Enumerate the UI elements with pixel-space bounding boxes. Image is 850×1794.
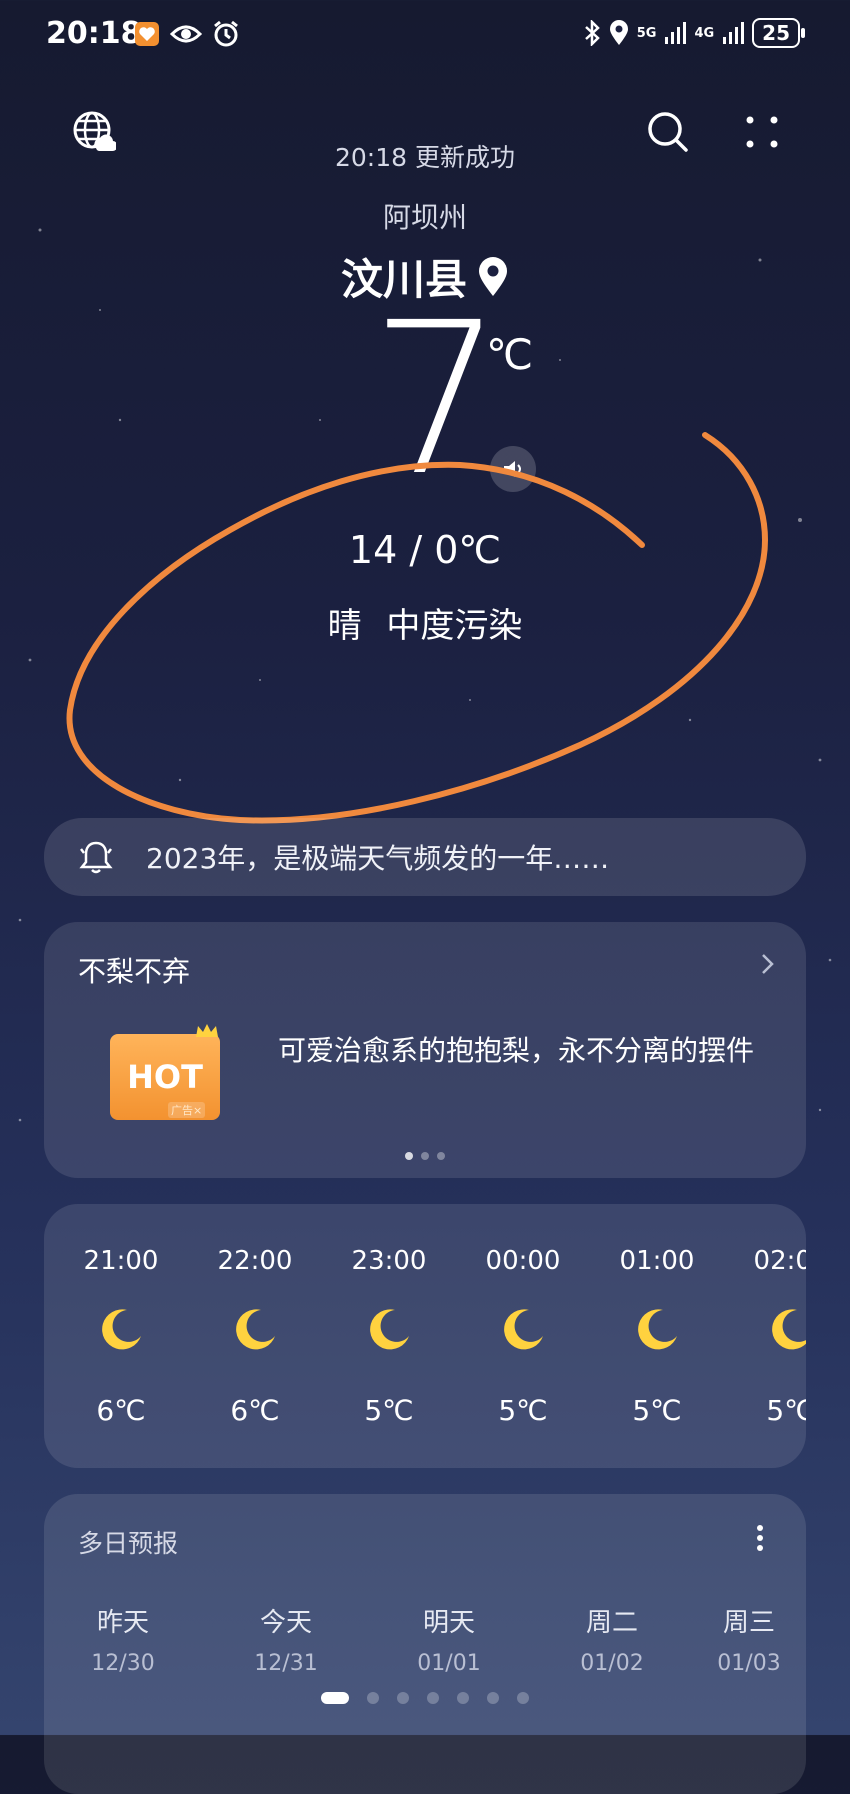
- weather-condition: 晴 中度污染: [327, 606, 523, 646]
- page-dot[interactable]: [427, 1692, 439, 1704]
- network-5g-label: 5G: [636, 25, 657, 41]
- signal-icon-2: [723, 22, 745, 44]
- battery-indicator: 25: [752, 18, 805, 48]
- ad-carousel-dots: [44, 1152, 806, 1160]
- hour-time: 21:00: [83, 1246, 159, 1276]
- page-dot[interactable]: [321, 1692, 349, 1704]
- current-temperature: 7: [370, 277, 504, 522]
- hour-temp: 5℃: [498, 1394, 548, 1427]
- status-bar: 20:18 5G 4G 25: [0, 0, 850, 72]
- hour-temp: 5℃: [632, 1394, 682, 1427]
- signal-icon: [665, 22, 687, 44]
- multi-day-forecast[interactable]: 多日预报 昨天 12/30 今天 12/31 明天 01/01 周二 01/02…: [44, 1494, 806, 1794]
- hour-temp: 5℃: [364, 1394, 414, 1427]
- city-page-indicator: [0, 1692, 850, 1704]
- chevron-right-icon[interactable]: [760, 952, 776, 976]
- moon-icon: [102, 1309, 141, 1350]
- day-column[interactable]: 昨天 12/30: [58, 1602, 188, 1676]
- page-dot[interactable]: [457, 1692, 469, 1704]
- weather-news-banner[interactable]: 2023年，是极端天气频发的一年……: [44, 818, 806, 896]
- day-date: 01/03: [717, 1651, 781, 1676]
- ad-close-tag[interactable]: 广告×: [168, 1102, 206, 1118]
- carousel-dot: [405, 1152, 413, 1160]
- day-date: 12/31: [254, 1651, 318, 1676]
- day-name: 周二: [585, 1608, 638, 1638]
- day-name: 周三: [722, 1608, 775, 1638]
- day-column[interactable]: 周三 01/03: [684, 1602, 806, 1676]
- ad-description: 可爱治愈系的抱抱梨，永不分离的摆件: [278, 1034, 755, 1067]
- carousel-dot: [437, 1152, 445, 1160]
- day-column[interactable]: 今天 12/31: [221, 1602, 351, 1676]
- carousel-dot: [421, 1152, 429, 1160]
- ad-card[interactable]: 不梨不弃 HOT 广告× 可爱治愈系的抱抱梨，永不分离的摆件: [44, 922, 806, 1178]
- day-date: 12/30: [91, 1651, 155, 1676]
- day-column[interactable]: 明天 01/01: [384, 1602, 514, 1676]
- network-4g-label: 4G: [694, 25, 715, 41]
- health-app-icon: [135, 22, 159, 46]
- moon-icon: [370, 1309, 409, 1350]
- moon-icon: [236, 1309, 275, 1350]
- day-name: 昨天: [96, 1608, 149, 1638]
- region-name: 阿坝州: [382, 201, 467, 234]
- temperature-unit: ℃: [486, 330, 534, 379]
- moon-icon: [504, 1309, 543, 1350]
- more-vertical-icon[interactable]: [756, 1524, 764, 1552]
- page-dot[interactable]: [487, 1692, 499, 1704]
- page-dot[interactable]: [517, 1692, 529, 1704]
- hour-temp: 5℃: [766, 1394, 806, 1427]
- eye-icon: [170, 25, 202, 43]
- bluetooth-icon: [584, 20, 600, 46]
- bell-icon: [79, 841, 113, 874]
- day-date: 01/02: [580, 1651, 644, 1676]
- hour-time: 02:00: [753, 1246, 806, 1276]
- moon-icon: [772, 1309, 806, 1350]
- hour-time: 01:00: [619, 1246, 695, 1276]
- multi-day-title: 多日预报: [78, 1529, 179, 1558]
- day-name: 明天: [422, 1608, 475, 1638]
- hour-temp: 6℃: [96, 1394, 146, 1427]
- hourly-forecast[interactable]: 21:00 6℃ 22:00 6℃ 23:00 5℃ 00:00 5℃ 01:0…: [44, 1204, 806, 1468]
- ad-title: 不梨不弃: [78, 955, 191, 988]
- hour-time: 00:00: [485, 1246, 561, 1276]
- update-status: 20:18 更新成功: [335, 143, 515, 172]
- voice-broadcast-button[interactable]: [490, 446, 536, 492]
- day-name: 今天: [259, 1608, 312, 1638]
- status-time: 20:18: [46, 16, 142, 51]
- banner-text: 2023年，是极端天气频发的一年……: [146, 842, 610, 875]
- crown-icon: [196, 1024, 218, 1037]
- alarm-icon: [214, 20, 238, 47]
- hour-time: 23:00: [351, 1246, 427, 1276]
- moon-icon: [638, 1309, 677, 1350]
- page-dot[interactable]: [397, 1692, 409, 1704]
- day-date: 01/01: [417, 1651, 481, 1676]
- temperature-range: 14 / 0℃: [348, 528, 502, 572]
- hour-time: 22:00: [217, 1246, 293, 1276]
- location-icon: [609, 20, 628, 45]
- hour-temp: 6℃: [230, 1394, 280, 1427]
- day-column[interactable]: 周二 01/02: [547, 1602, 677, 1676]
- speaker-icon: [504, 461, 521, 477]
- page-dot[interactable]: [367, 1692, 379, 1704]
